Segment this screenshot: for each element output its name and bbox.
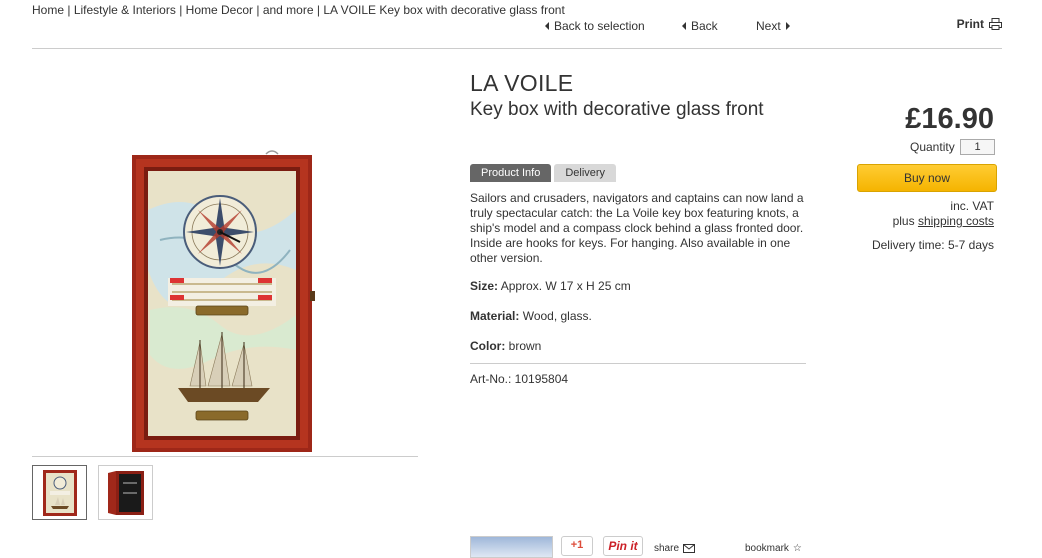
chevron-left-icon (545, 22, 549, 30)
breadcrumb-current: LA VOILE Key box with decorative glass f… (323, 3, 565, 17)
spec-material: Material: Wood, glass. (470, 309, 592, 323)
spec-material-value: Wood, glass. (522, 309, 592, 323)
back-to-selection-label: Back to selection (554, 19, 645, 33)
buy-now-button[interactable]: Buy now (857, 164, 997, 192)
quantity-label: Quantity (910, 140, 955, 154)
delivery-time: Delivery time: 5-7 days (871, 238, 994, 252)
printer-icon (989, 18, 1002, 30)
product-image[interactable] (130, 150, 318, 455)
bookmark-link[interactable]: bookmark ☆ (745, 543, 802, 554)
back-to-selection-link[interactable]: Back to selection (545, 19, 645, 33)
product-title: Key box with decorative glass front (470, 99, 764, 120)
spec-color: Color: brown (470, 339, 541, 353)
product-description: Sailors and crusaders, navigators and ca… (470, 191, 804, 265)
tab-product-info[interactable]: Product Info (470, 164, 552, 182)
spec-size: Size: Approx. W 17 x H 25 cm (470, 279, 631, 293)
breadcrumb-and-more[interactable]: and more | (263, 3, 320, 17)
star-icon: ☆ (792, 543, 802, 554)
breadcrumb-lifestyle[interactable]: Lifestyle & Interiors | (74, 3, 183, 17)
spec-color-label: Color: (470, 339, 506, 353)
article-number: Art-No.: 10195804 (470, 372, 569, 386)
chevron-right-icon (785, 22, 790, 30)
shipping-plus: plus (892, 214, 915, 228)
spec-material-label: Material: (470, 309, 520, 323)
price: £16.90 (905, 103, 994, 135)
spec-size-value: Approx. W 17 x H 25 cm (500, 279, 631, 293)
breadcrumb-home[interactable]: Home | (32, 3, 70, 17)
thumbnail-front[interactable] (32, 465, 87, 520)
google-plus-button[interactable]: +1 (561, 536, 593, 556)
breadcrumb: Home | Lifestyle & Interiors | Home Deco… (32, 3, 568, 17)
email-icon (683, 544, 696, 553)
print-label: Print (956, 17, 984, 31)
pinterest-label: Pin it (608, 539, 638, 553)
next-label: Next (756, 19, 781, 33)
breadcrumb-home-decor[interactable]: Home Decor | (186, 3, 260, 17)
shipping-note: plus shipping costs (893, 214, 994, 228)
social-thumbnail[interactable] (470, 536, 553, 558)
spec-color-value: brown (508, 339, 542, 353)
google-plus-label: +1 (570, 539, 584, 551)
vat-note: inc. VAT (950, 199, 994, 213)
product-brand: LA VOILE (470, 70, 574, 96)
spec-divider (470, 363, 806, 364)
back-label: Back (691, 19, 718, 33)
share-label: share (654, 543, 680, 554)
chevron-left-icon (682, 22, 686, 30)
pinterest-button[interactable]: Pin it (603, 536, 643, 556)
share-link[interactable]: share (654, 543, 696, 554)
print-link[interactable]: Print (957, 17, 1002, 31)
tab-delivery[interactable]: Delivery (554, 164, 617, 182)
bookmark-label: bookmark (745, 543, 789, 554)
product-tabs: Product Info Delivery (470, 164, 617, 182)
quantity-input[interactable] (960, 139, 995, 155)
spec-size-label: Size: (470, 279, 499, 293)
back-link[interactable]: Back (682, 19, 718, 33)
header-divider (32, 48, 1002, 49)
shipping-costs-link[interactable]: shipping costs (918, 214, 994, 228)
image-divider (32, 456, 418, 457)
next-link[interactable]: Next (756, 19, 790, 33)
thumbnail-open[interactable] (98, 465, 153, 520)
